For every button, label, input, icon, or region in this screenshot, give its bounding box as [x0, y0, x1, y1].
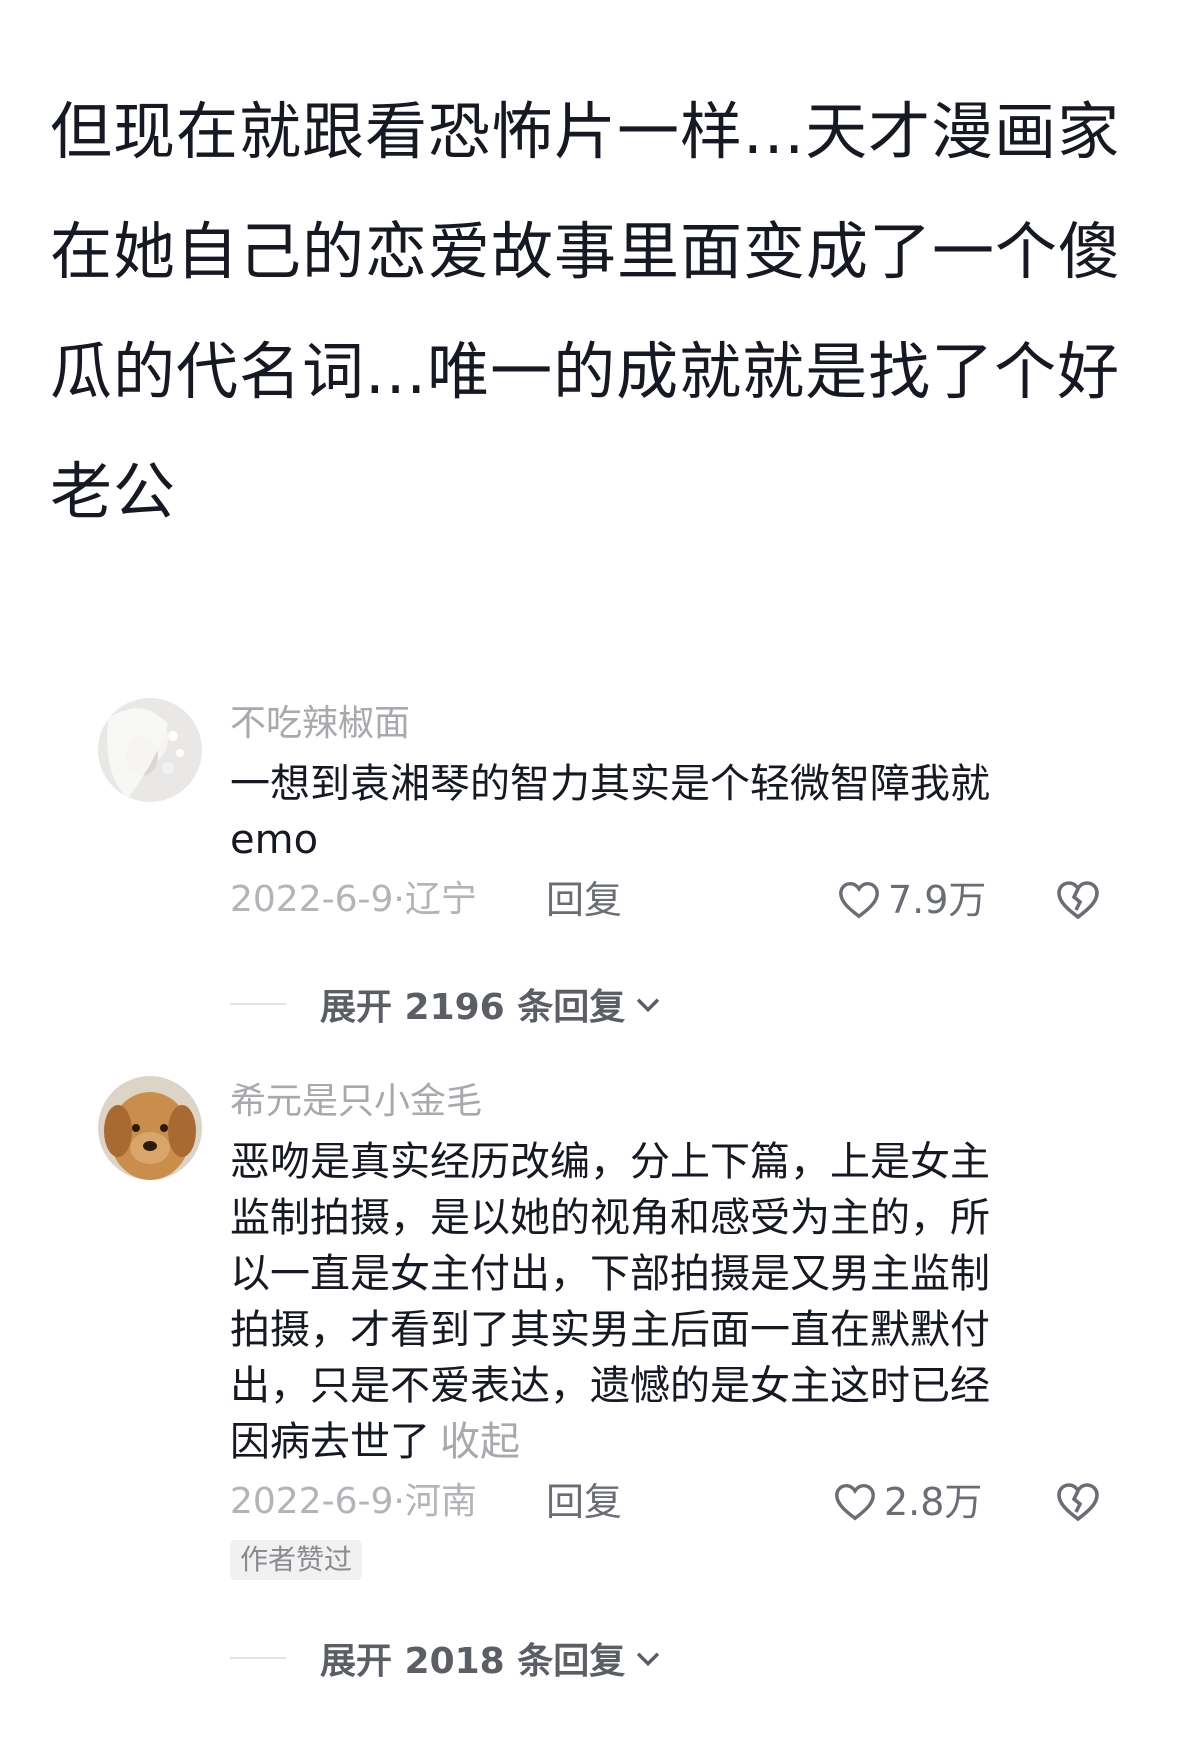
expand-replies-label: 展开 2196 条回复	[320, 987, 626, 1028]
comment-date-location: 2022-6-9·辽宁	[230, 879, 477, 920]
caption-line: 老公	[50, 455, 177, 528]
heart-icon	[839, 881, 879, 919]
reply-button[interactable]: 回复	[546, 1480, 622, 1524]
divider-line	[230, 1003, 286, 1005]
comment-content-line: 出，只是不爱表达，遗憾的是女主这时已经	[230, 1363, 990, 1409]
post-caption: 但现在就跟看恐怖片一样...天才漫画家 在她自己的恋爱故事里面变成了一个傻 瓜的…	[50, 72, 1160, 552]
divider-line	[230, 1657, 286, 1659]
comment-username[interactable]: 希元是只小金毛	[230, 1080, 482, 1124]
author-liked-badge: 作者赞过	[230, 1540, 363, 1580]
expand-replies-button[interactable]: 展开 2018 条回复	[230, 1632, 665, 1684]
comment-content-line: 监制拍摄，是以她的视角和感受为主的，所	[230, 1195, 990, 1241]
caption-line: 瓜的代名词...唯一的成就就是找了个好	[50, 335, 1121, 408]
dislike-button[interactable]	[1054, 1478, 1102, 1526]
comment-content: 恶吻是真实经历改编，分上下篇，上是女主 监制拍摄，是以她的视角和感受为主的，所 …	[230, 1134, 1090, 1470]
avatar[interactable]	[98, 1076, 202, 1180]
comment-content-last-line: 因病去世了 收起	[230, 1414, 1090, 1470]
chevron-down-icon	[637, 1652, 660, 1667]
comment-date-location: 2022-6-9·河南	[230, 1481, 477, 1522]
chevron-down-icon	[637, 998, 660, 1013]
broken-heart-icon	[1057, 881, 1099, 920]
comment-content-line: 因病去世了	[230, 1419, 430, 1465]
heart-icon	[835, 1483, 875, 1521]
like-count: 7.9万	[888, 878, 987, 922]
reply-button[interactable]: 回复	[546, 878, 622, 922]
expand-replies-label: 展开 2018 条回复	[320, 1641, 626, 1682]
avatar[interactable]	[98, 698, 202, 802]
comment-content-line: 恶吻是真实经历改编，分上下篇，上是女主	[230, 1139, 990, 1185]
comment-content-line: 拍摄，才看到了其实男主后面一直在默默付	[230, 1307, 990, 1353]
like-button[interactable]: 7.9万	[836, 876, 986, 924]
comment-content-line: 一想到袁湘琴的智力其实是个轻微智障我就	[230, 761, 990, 807]
comment-content: 一想到袁湘琴的智力其实是个轻微智障我就 emo	[230, 756, 1090, 868]
collapse-button[interactable]: 收起	[440, 1419, 520, 1465]
comment-username[interactable]: 不吃辣椒面	[230, 702, 410, 746]
caption-line: 但现在就跟看恐怖片一样...天才漫画家	[50, 95, 1121, 168]
like-count: 2.8万	[884, 1480, 983, 1524]
expand-replies-button[interactable]: 展开 2196 条回复	[230, 978, 665, 1030]
avatar-golden-retriever-icon	[98, 1076, 202, 1180]
broken-heart-icon	[1057, 1483, 1099, 1522]
dislike-button[interactable]	[1054, 876, 1102, 924]
avatar-white-hair-girl-icon	[98, 698, 202, 802]
caption-line: 在她自己的恋爱故事里面变成了一个傻	[50, 215, 1122, 288]
comment-content-line: emo	[230, 817, 319, 863]
like-button[interactable]: 2.8万	[832, 1478, 982, 1526]
comment-content-line: 以一直是女主付出，下部拍摄是又男主监制	[230, 1251, 990, 1297]
